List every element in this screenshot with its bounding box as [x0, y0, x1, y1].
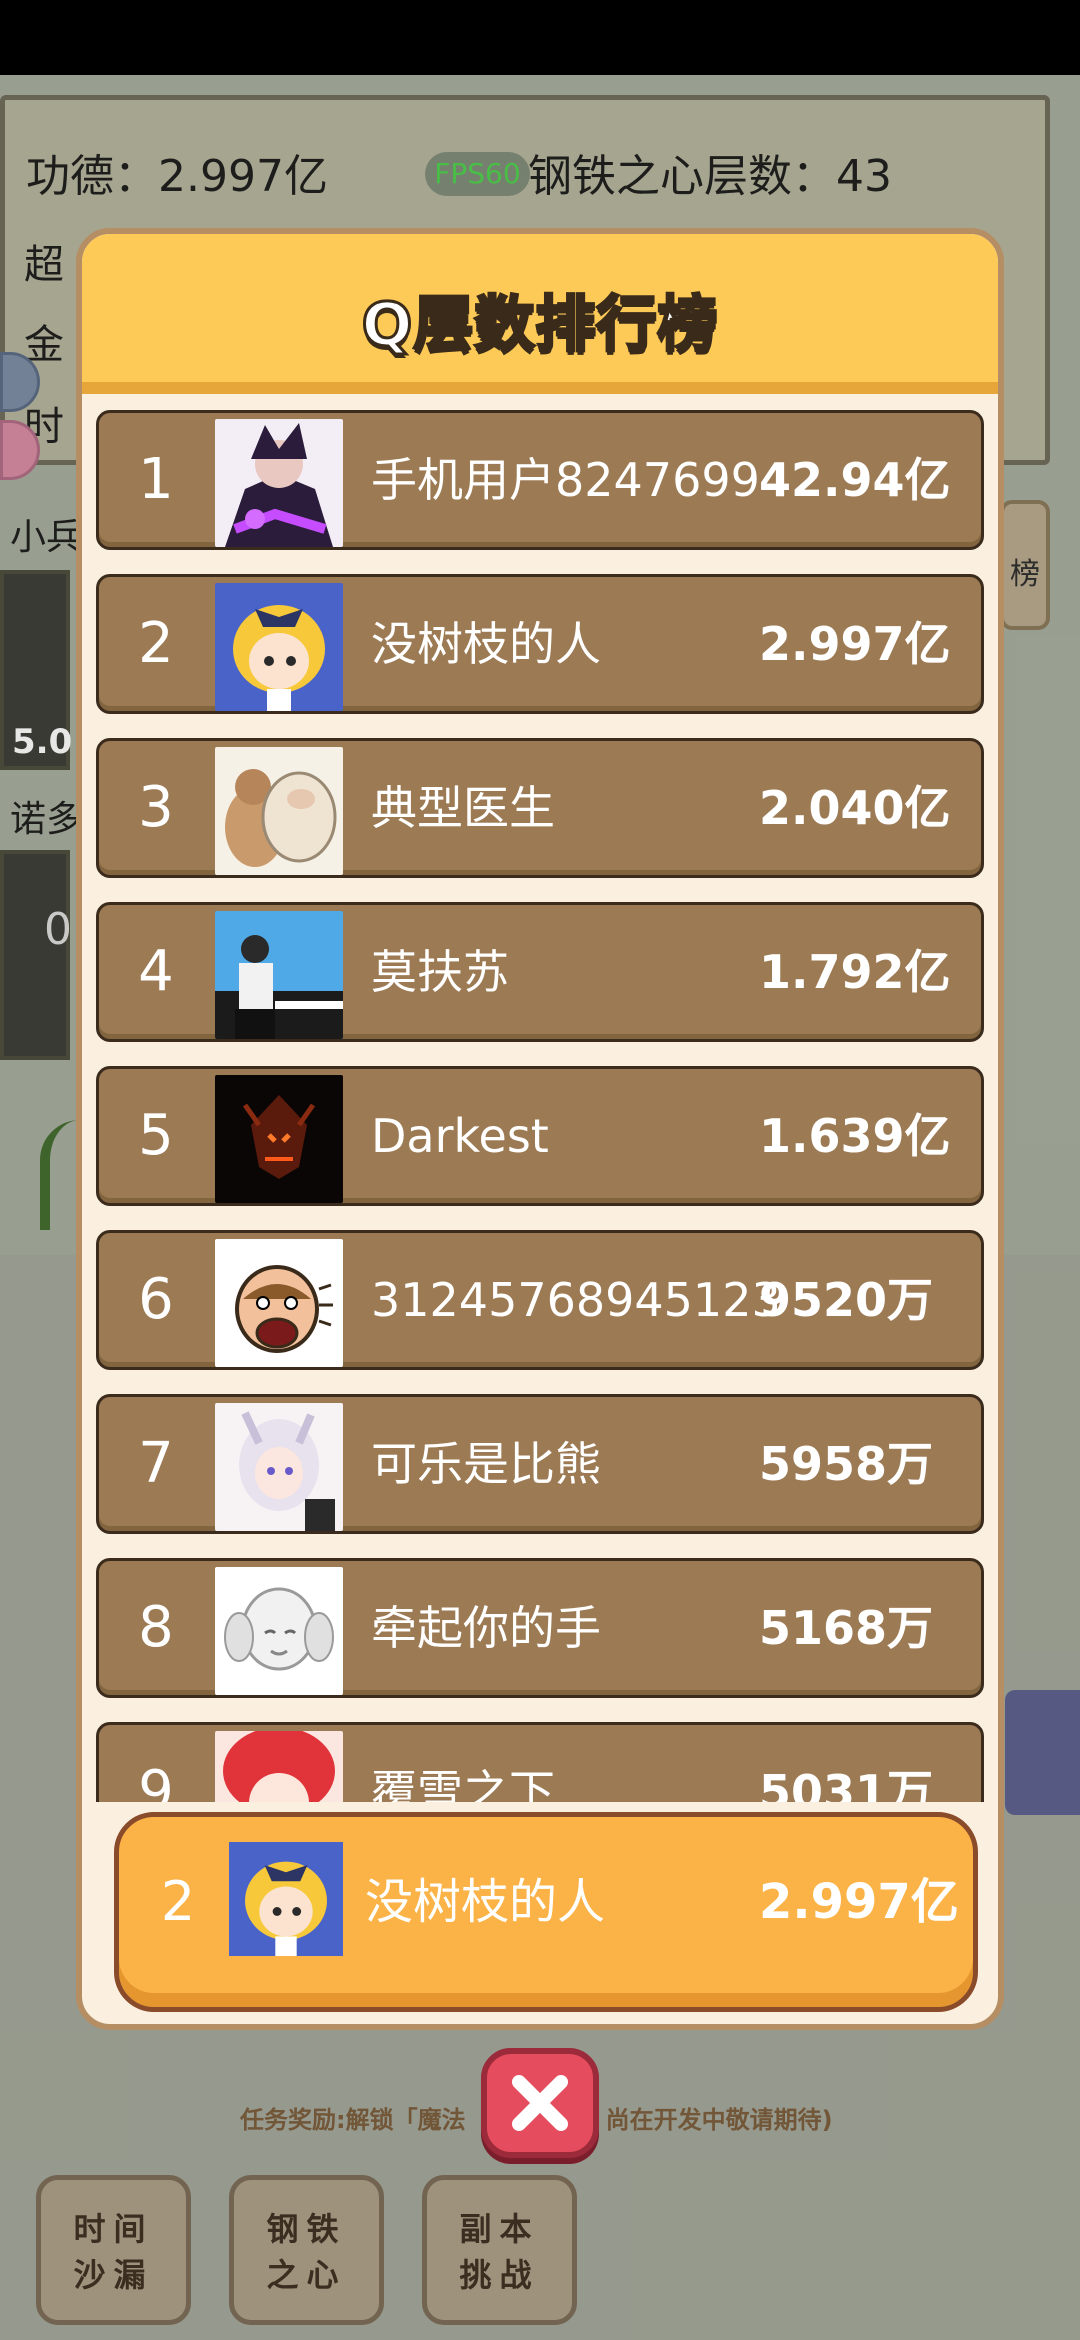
- player-name: 可乐是比熊: [371, 1437, 601, 1491]
- player-name: 手机用户8247699: [371, 453, 760, 507]
- rank-number: 8: [138, 1595, 174, 1660]
- leaderboard-row[interactable]: 5 Darkest 1.639亿: [96, 1066, 984, 1206]
- blonde-cartoon-girl-avatar-icon: [229, 1842, 343, 1956]
- red-haired-anime-girl-avatar-icon: [215, 1731, 343, 1802]
- leaderboard-row[interactable]: 2 没树枝的人 2.997亿: [96, 574, 984, 714]
- leaderboard-row[interactable]: 4 莫扶苏 1.792亿: [96, 902, 984, 1042]
- player-score: 9520万: [759, 1273, 934, 1327]
- player-name: Darkest: [371, 1109, 549, 1163]
- leaderboard-header: Q层数排行榜: [82, 234, 998, 394]
- leaderboard-title: Q层数排行榜: [360, 289, 719, 362]
- leaderboard-row[interactable]: 9 覆雪之下 5031万: [96, 1722, 984, 1802]
- white-haired-anime-girl-avatar-icon: [215, 1403, 343, 1531]
- demon-face-avatar-icon: [215, 1075, 343, 1203]
- status-bar: [0, 0, 1080, 75]
- my-player-name: 没树枝的人: [365, 1874, 606, 1930]
- close-icon: [512, 2075, 568, 2131]
- leaderboard-modal: Q层数排行榜 1 手机用户8247699 42.94亿 2 没树枝的人 2.99…: [76, 228, 1004, 2030]
- rank-number: 3: [138, 775, 174, 840]
- player-score: 1.639亿: [759, 1109, 951, 1163]
- leaderboard-row[interactable]: 8 牵起你的手 5168万: [96, 1558, 984, 1698]
- player-score: 5168万: [759, 1601, 934, 1655]
- rank-number: 5: [138, 1103, 174, 1168]
- player-score: 1.792亿: [759, 945, 951, 999]
- piano-player-avatar-icon: [215, 911, 343, 1039]
- pencil-sketch-girl-avatar-icon: [215, 1567, 343, 1695]
- leaderboard-row[interactable]: 7 可乐是比熊 5958万: [96, 1394, 984, 1534]
- player-name: 牵起你的手: [371, 1601, 601, 1655]
- player-score: 5958万: [759, 1437, 934, 1491]
- rank-number: 1: [138, 447, 174, 512]
- my-rank-number: 2: [160, 1870, 196, 1933]
- rank-number: 2: [138, 611, 174, 676]
- player-name: 31245768945123: [371, 1273, 781, 1327]
- player-name: 覆雪之下: [371, 1765, 555, 1802]
- player-score: 42.94亿: [759, 453, 951, 507]
- player-name: 没树枝的人: [371, 617, 601, 671]
- purple-armored-character-avatar-icon: [215, 419, 343, 547]
- close-button[interactable]: [481, 2048, 599, 2158]
- player-score: 5031万: [759, 1765, 934, 1802]
- player-score: 2.040亿: [759, 781, 951, 835]
- leaderboard-row[interactable]: 6 31245768945123 9520万: [96, 1230, 984, 1370]
- player-name: 莫扶苏: [371, 945, 509, 999]
- my-rank-row[interactable]: 2 没树枝的人 2.997亿: [114, 1812, 978, 2012]
- player-name: 典型医生: [371, 781, 555, 835]
- man-and-pig-sketch-avatar-icon: [215, 747, 343, 875]
- blonde-cartoon-girl-avatar-icon: [215, 583, 343, 711]
- rank-number: 9: [138, 1759, 174, 1802]
- shouting-cartoon-man-avatar-icon: [215, 1239, 343, 1367]
- player-score: 2.997亿: [759, 617, 951, 671]
- rank-number: 6: [138, 1267, 174, 1332]
- leaderboard-list[interactable]: 1 手机用户8247699 42.94亿 2 没树枝的人 2.997亿 3 典型…: [96, 410, 986, 1802]
- leaderboard-row[interactable]: 1 手机用户8247699 42.94亿: [96, 410, 984, 550]
- my-player-score: 2.997亿: [759, 1874, 959, 1930]
- leaderboard-row[interactable]: 3 典型医生 2.040亿: [96, 738, 984, 878]
- rank-number: 4: [138, 939, 174, 1004]
- rank-number: 7: [138, 1431, 174, 1496]
